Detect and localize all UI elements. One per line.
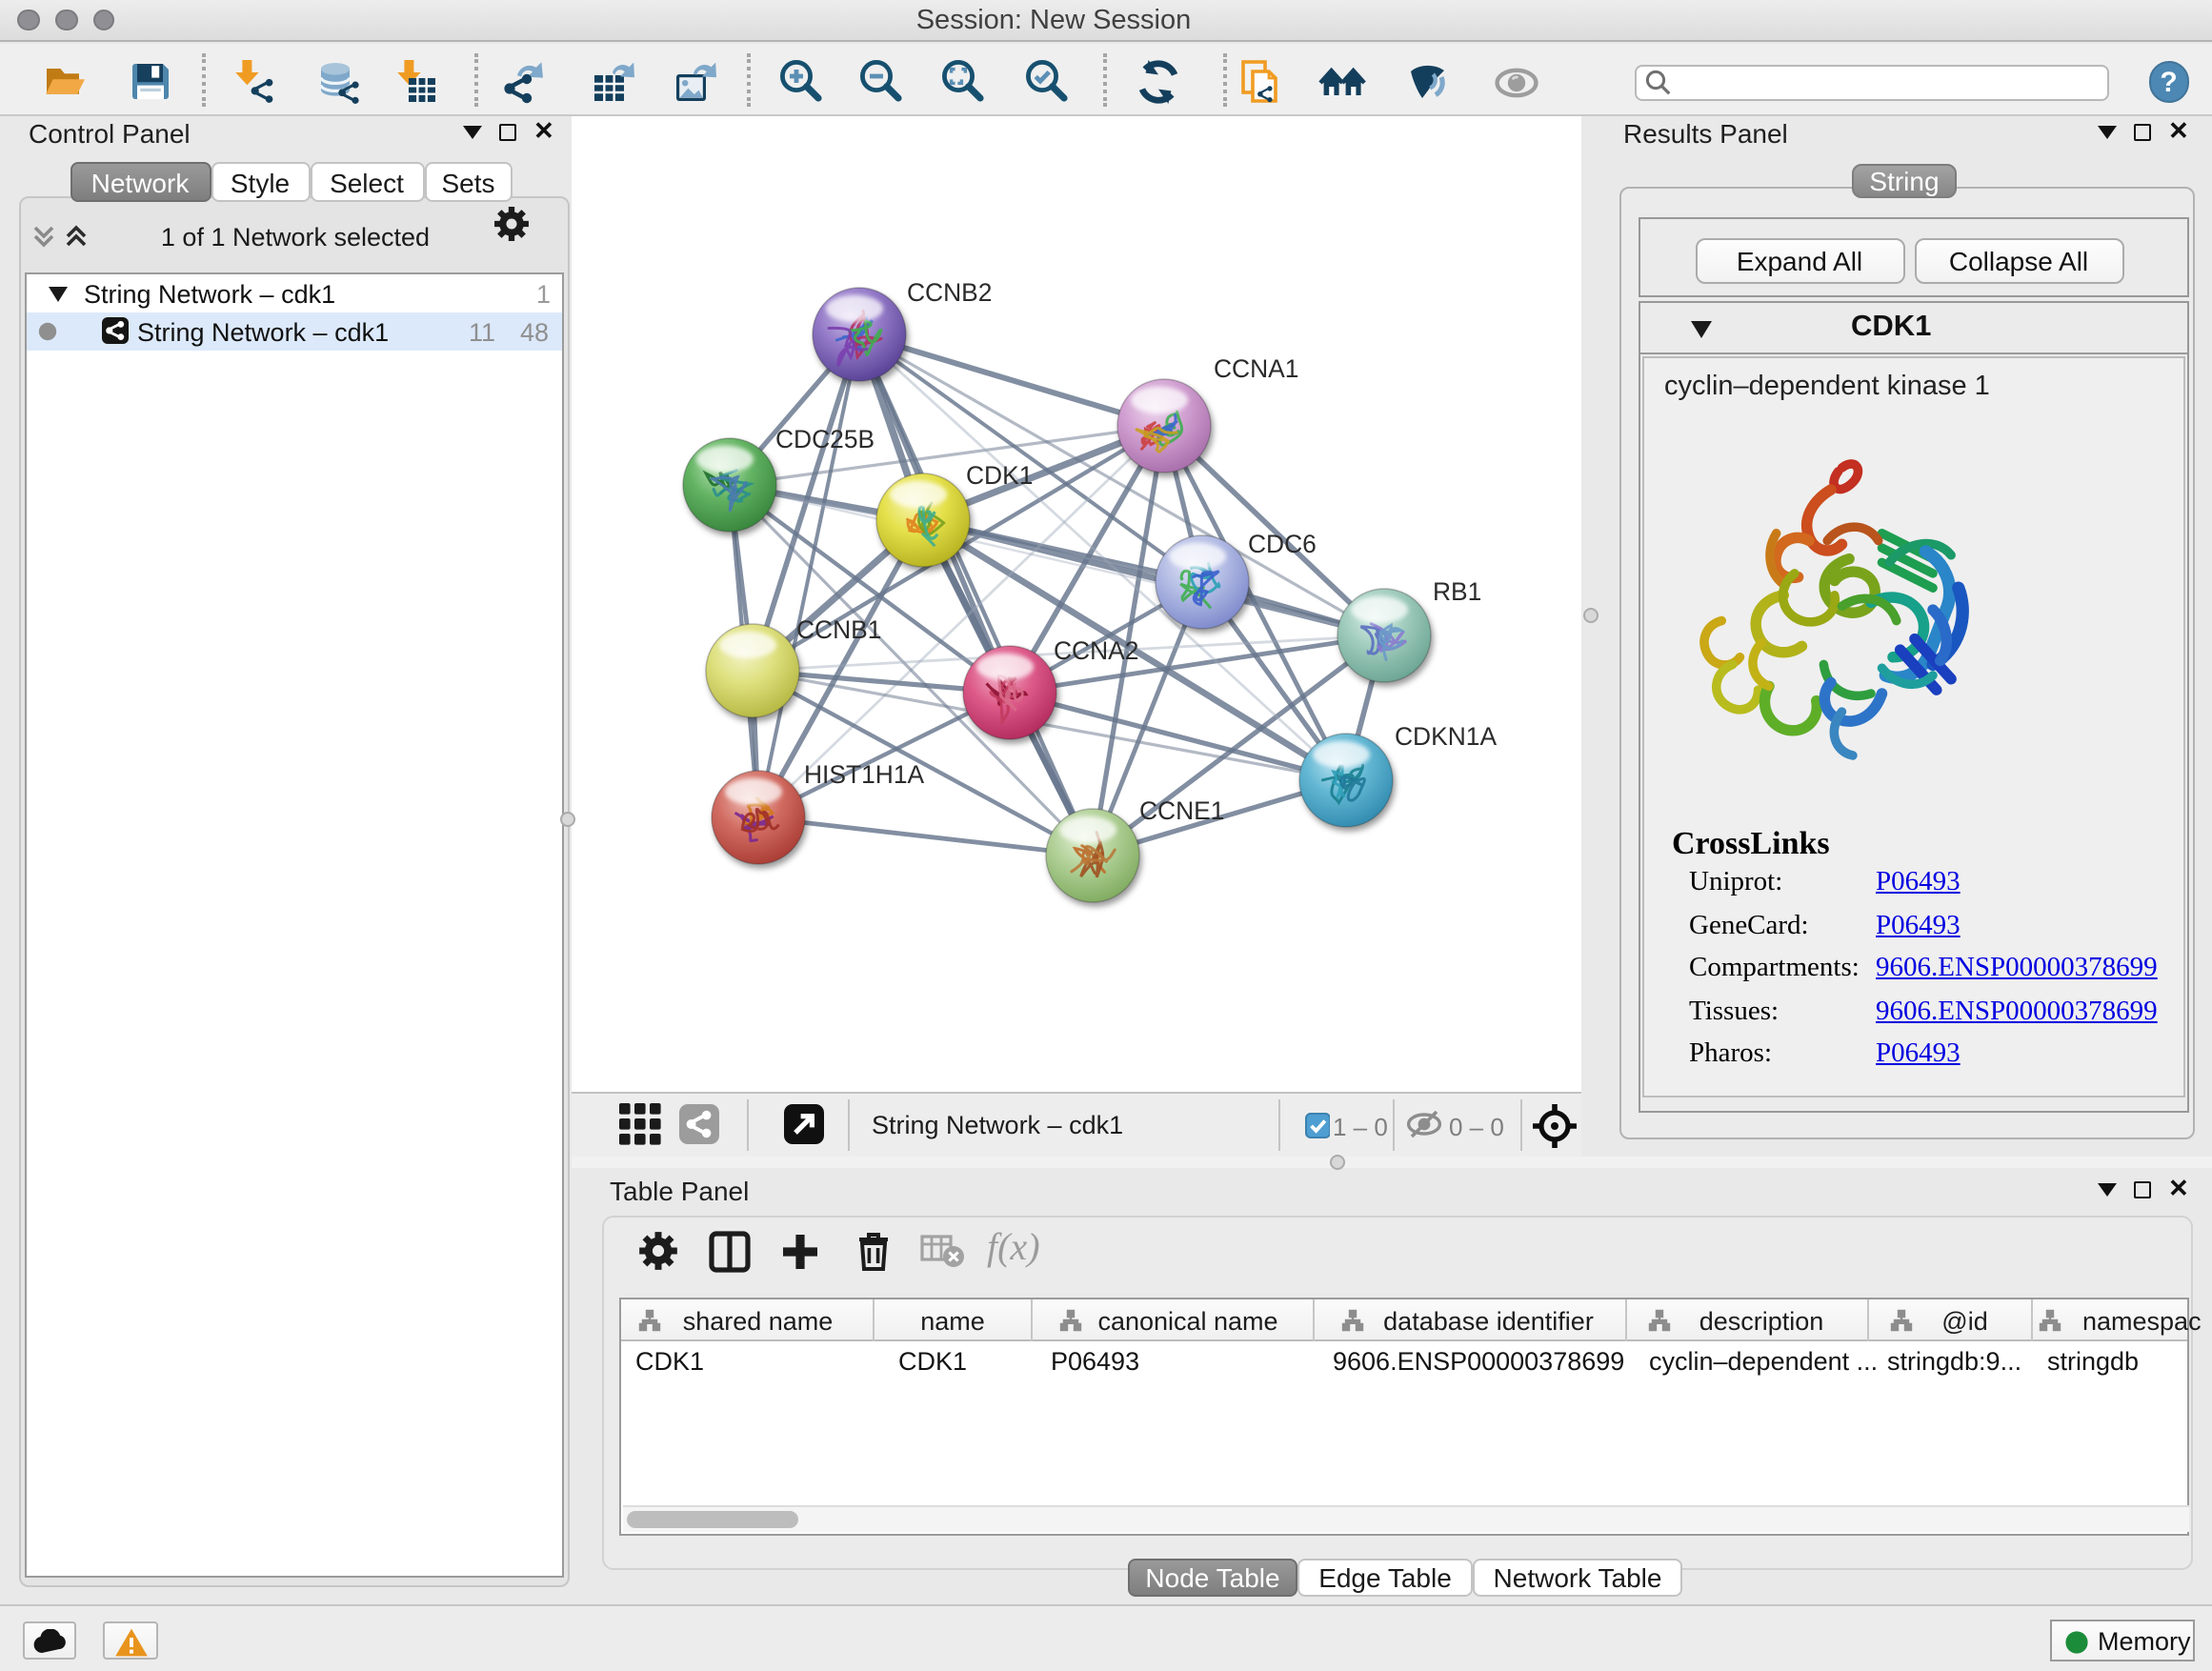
svg-text:HIST1H1A: HIST1H1A xyxy=(803,759,924,788)
svg-text:RB1: RB1 xyxy=(1432,576,1480,605)
svg-text:CDC25B: CDC25B xyxy=(774,424,874,453)
svg-text:CCNB1: CCNB1 xyxy=(795,614,880,643)
svg-text:CDK1: CDK1 xyxy=(965,460,1032,489)
svg-text:CCNB2: CCNB2 xyxy=(906,277,991,306)
svg-text:CDKN1A: CDKN1A xyxy=(1394,721,1496,750)
svg-text:CCNA1: CCNA1 xyxy=(1213,353,1297,382)
svg-text:CDC6: CDC6 xyxy=(1247,529,1316,557)
svg-text:CCNE1: CCNE1 xyxy=(1138,795,1223,824)
svg-text:CCNA2: CCNA2 xyxy=(1053,635,1137,664)
